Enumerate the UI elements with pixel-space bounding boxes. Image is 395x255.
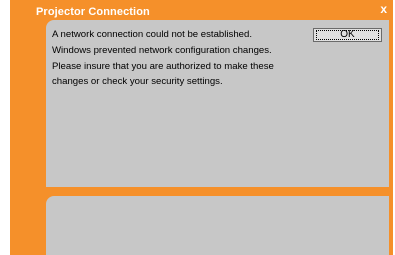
message-line: Windows prevented network configuration … [52, 44, 272, 56]
message-line: A network connection could not be establ… [52, 29, 253, 40]
dialog-frame-top: Projector Connection x A network connect… [10, 0, 393, 192]
dialog-title: Projector Connection [36, 6, 150, 18]
dialog-frame-bottom [10, 192, 393, 255]
message-panel: A network connection could not be establ… [46, 20, 389, 187]
ok-button-label: OK [340, 29, 355, 40]
error-message: A network connection could not be establ… [52, 27, 312, 90]
message-line: changes or check your security settings. [52, 76, 223, 88]
message-line: Please insure that you are authorized to… [52, 60, 274, 72]
ok-button[interactable]: OK [313, 28, 382, 42]
lower-panel [46, 196, 389, 255]
close-icon[interactable]: x [380, 2, 387, 16]
projector-connection-dialog: Projector Connection x A network connect… [10, 0, 395, 255]
